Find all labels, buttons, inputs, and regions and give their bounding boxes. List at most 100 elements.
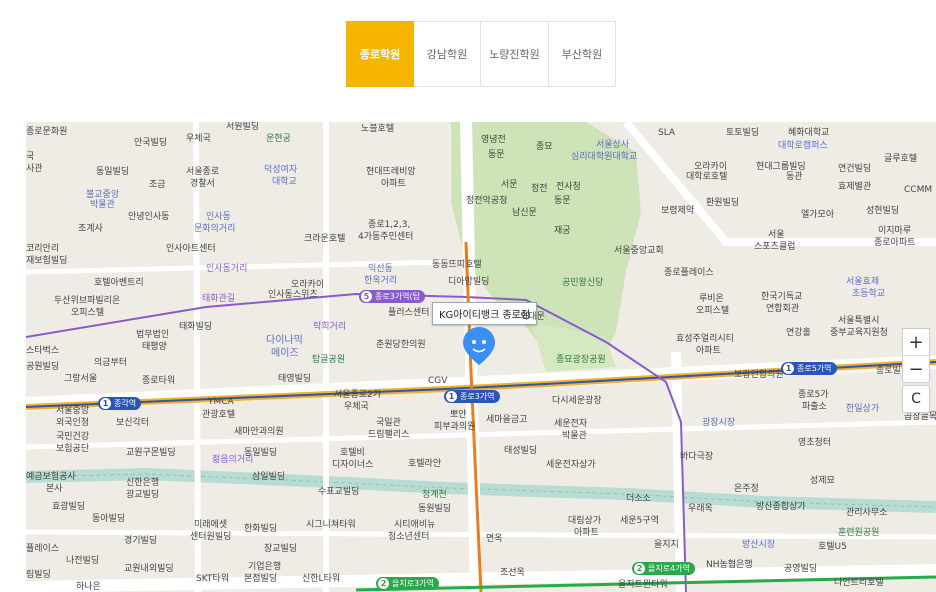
map-label: 플레이스	[26, 544, 60, 554]
map-label: 서울상사	[596, 140, 630, 150]
map-label: 스포츠클럽	[754, 242, 796, 252]
station-euljiro3ga[interactable]: 2 을지로3가역	[376, 577, 439, 590]
reset-view-button[interactable]: C	[902, 385, 930, 413]
map-label: 오라카이	[694, 162, 728, 172]
map-label: 세마을금고	[486, 415, 528, 425]
map-label: 춘원당한의원	[376, 340, 426, 350]
map-label: 정전악공청	[466, 196, 508, 206]
map-label: 법무법인	[136, 330, 170, 340]
map-label: 디아망빌딩	[448, 277, 490, 287]
map-label: 한화빌딩	[244, 524, 278, 534]
map-label: 서울효제	[846, 277, 880, 287]
map-label: 덕성여자	[264, 165, 298, 175]
map-label: 동아빌딩	[92, 514, 126, 524]
map-label: 락희거리	[313, 322, 347, 332]
map-label: 을지지	[654, 540, 679, 550]
map-label: 관광호텔	[202, 410, 236, 420]
map-label: 바다극장	[680, 452, 714, 462]
map-label: 종로타워	[142, 376, 176, 386]
map-label: 재궁	[554, 226, 571, 236]
map-label: 동원빌딩	[418, 504, 452, 514]
map-label: 청계천	[422, 490, 447, 500]
map-label: 종묘	[536, 142, 553, 152]
map-label: 외대문	[520, 312, 545, 322]
map-label: 다시세운광장	[552, 396, 602, 406]
map-label: 플러스센터	[388, 308, 430, 318]
tab-jongno[interactable]: 종로학원	[346, 21, 414, 87]
zoom-in-button[interactable]: +	[903, 329, 929, 355]
map-label: 연건빌딩	[838, 164, 872, 174]
map-label: 드림팰리스	[368, 430, 410, 440]
map-label: 오라카이	[291, 280, 325, 290]
map-label: 동문	[488, 150, 505, 160]
map-label: 태평양	[142, 342, 167, 352]
map-label: 익선동	[368, 264, 393, 274]
map-label: 서울중앙	[56, 406, 90, 416]
map-label: 혜화대학교	[788, 128, 830, 138]
map-label: 공원빌딩	[26, 362, 60, 372]
map-label: SKT타워	[196, 574, 229, 584]
station-jongno3ga-line5[interactable]: 5 종로3가역(탑	[359, 290, 426, 303]
map-label: 하나은	[76, 582, 101, 592]
road-horizontal-3	[26, 529, 936, 540]
road-daehangno	[622, 122, 936, 246]
map-label: 종묘광장공원	[556, 355, 606, 365]
map-label: 동일빌딩	[244, 448, 278, 458]
zoom-out-button[interactable]: −	[903, 355, 929, 382]
map-label: 세운전자상가	[546, 460, 596, 470]
road-vertical-2	[671, 351, 686, 592]
map-label: 대림상가	[568, 516, 602, 526]
map-label: 보신각터	[116, 418, 150, 428]
tab-noryangjin[interactable]: 노량진학원	[481, 21, 549, 87]
map-label: 인사동스위츠	[268, 290, 318, 300]
map-label: 서울종로	[186, 167, 220, 177]
map-label: 한일상가	[846, 404, 880, 414]
map-label: 세운전자	[554, 419, 588, 429]
map-label: YMCA	[208, 397, 234, 407]
map-label: 보람연합의원	[734, 370, 784, 380]
map-label: 인사동	[206, 212, 231, 222]
map-label: 국민건강	[56, 432, 90, 442]
map-label: 공민왕신당	[562, 278, 604, 288]
map-label: 그랑서울	[64, 374, 98, 384]
map-label: 수표교빌딩	[318, 487, 360, 497]
map-label: 본사	[46, 484, 63, 494]
station-euljiro4ga[interactable]: 2 을지로4가역	[632, 562, 695, 575]
map-label: 우체국	[344, 402, 369, 412]
station-jongno3ga[interactable]: 1 종로3가역	[444, 390, 500, 403]
map-label: 엘가모아	[801, 210, 835, 220]
map-label: 조금	[149, 180, 166, 190]
map-label: 동문	[554, 196, 571, 206]
map-label: 심리대학원대학교	[571, 152, 638, 162]
map-label: 오피스텔	[71, 308, 105, 318]
map-label: 성현빌딩	[866, 206, 900, 216]
tab-gangnam[interactable]: 강남학원	[414, 21, 481, 87]
tab-busan[interactable]: 부산학원	[549, 21, 616, 87]
map-label: 태화빌딩	[179, 322, 213, 332]
map-label: 토토빌딩	[726, 128, 760, 138]
map-label: 루비온	[699, 294, 724, 304]
map-label: 4가동주민센터	[358, 232, 414, 242]
map-label: 서원빌딩	[226, 122, 260, 132]
map-label: 노블호텔	[361, 124, 395, 134]
map-label: 신한L타워	[302, 574, 341, 584]
map-label: 뽀얀	[450, 410, 467, 420]
map-label: 오피스텔	[696, 306, 730, 316]
map-label: 아파트	[696, 346, 721, 356]
map-label: 림빌딩	[26, 570, 51, 580]
station-jongno5ga[interactable]: 1 종로5가역	[781, 362, 837, 375]
map-view[interactable]: KG아이티뱅크 종로점 1 종각역 1 종로3가역 1 종로5가역 5 종로3가역(탑 …	[26, 122, 936, 592]
map-label: 재보험빌딩	[26, 256, 68, 266]
map-label: 효제별관	[838, 182, 872, 192]
map-label: 연강홀	[786, 328, 811, 338]
map-label: 시티애비뉴	[394, 520, 436, 530]
station-jonggak[interactable]: 1 종각역	[98, 397, 142, 410]
map-label: 인사동거리	[206, 264, 248, 274]
map-label: 본점빌딩	[244, 574, 278, 584]
map-label: 교원내외빌딩	[124, 564, 174, 574]
map-label: 세운5구역	[620, 516, 659, 526]
map-label: 파출소	[802, 402, 827, 412]
map-label: 호텔라안	[408, 459, 442, 469]
map-label: 안녕인사동	[128, 212, 170, 222]
map-label: 종로플레이스	[664, 268, 714, 278]
